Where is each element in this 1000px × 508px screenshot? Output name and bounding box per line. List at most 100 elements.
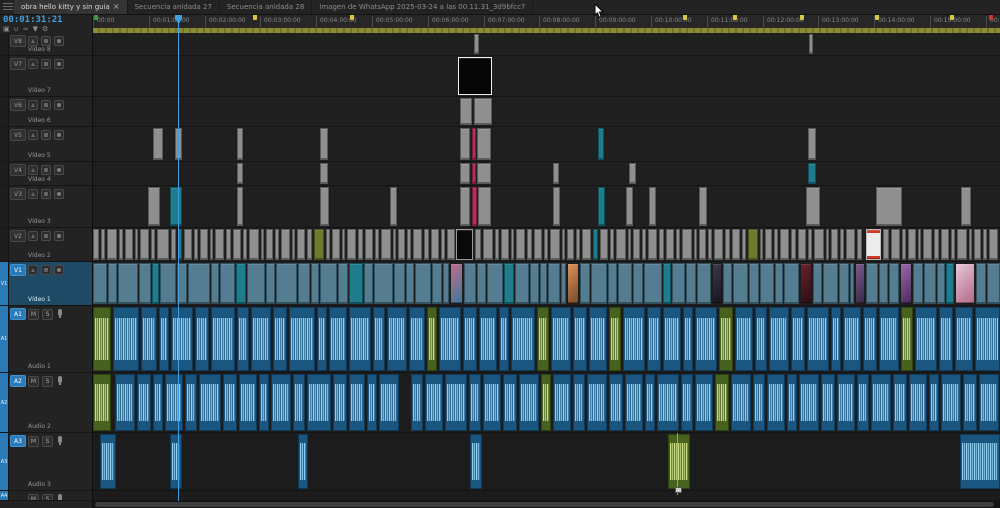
video-clip[interactable] bbox=[598, 128, 604, 160]
audio-clip[interactable] bbox=[831, 307, 841, 371]
video-clip[interactable] bbox=[297, 229, 305, 260]
audio-clip[interactable] bbox=[211, 307, 235, 371]
audio-clip[interactable] bbox=[293, 374, 305, 431]
track-target-V6[interactable]: V6 bbox=[10, 99, 26, 111]
video-clip[interactable] bbox=[93, 229, 99, 260]
source-patch-A1[interactable]: A1 bbox=[0, 306, 9, 372]
video-clip[interactable] bbox=[957, 229, 967, 260]
video-clip[interactable] bbox=[431, 229, 439, 260]
video-clip[interactable] bbox=[472, 187, 477, 226]
horizontal-scrollbar[interactable] bbox=[93, 501, 1000, 508]
audio-clip[interactable] bbox=[333, 374, 347, 431]
voiceover-record-icon[interactable] bbox=[58, 376, 62, 385]
audio-clip[interactable] bbox=[223, 374, 237, 431]
video-clip[interactable] bbox=[649, 187, 656, 226]
video-clip[interactable] bbox=[307, 229, 312, 260]
video-clip[interactable] bbox=[760, 263, 774, 304]
audio-clip[interactable] bbox=[503, 374, 517, 431]
video-clip[interactable] bbox=[157, 229, 169, 260]
video-clip[interactable] bbox=[976, 263, 986, 304]
audio-clip[interactable] bbox=[979, 374, 999, 431]
audio-clip[interactable] bbox=[115, 374, 135, 431]
video-clip[interactable] bbox=[460, 187, 470, 226]
video-clip[interactable] bbox=[101, 229, 105, 260]
video-clip[interactable] bbox=[765, 229, 772, 260]
audio-clip[interactable] bbox=[251, 307, 271, 371]
audio-clip[interactable] bbox=[199, 374, 221, 431]
playhead[interactable] bbox=[178, 14, 179, 501]
video-clip[interactable] bbox=[443, 263, 449, 304]
video-clip[interactable] bbox=[460, 98, 472, 125]
video-clip[interactable] bbox=[93, 263, 107, 304]
video-clip[interactable] bbox=[415, 263, 431, 304]
audio-clip[interactable] bbox=[799, 374, 819, 431]
video-clip[interactable] bbox=[598, 187, 605, 226]
video-clip-thumbnail[interactable] bbox=[456, 229, 473, 260]
video-clip[interactable] bbox=[276, 263, 297, 304]
video-clip[interactable] bbox=[534, 229, 542, 260]
audio-clip[interactable] bbox=[893, 374, 907, 431]
video-clip[interactable] bbox=[694, 229, 697, 260]
video-clip[interactable] bbox=[170, 187, 182, 226]
video-clip-thumbnail[interactable] bbox=[712, 263, 722, 304]
video-clip[interactable] bbox=[866, 263, 878, 304]
audio-clip[interactable] bbox=[657, 374, 679, 431]
video-clip[interactable] bbox=[243, 229, 247, 260]
audio-clip[interactable] bbox=[427, 307, 437, 371]
sync-lock-icon[interactable] bbox=[28, 189, 38, 199]
video-clip-thumbnail[interactable] bbox=[567, 263, 579, 304]
video-clip[interactable] bbox=[237, 128, 243, 160]
sequence-tab[interactable]: Secuencia anidada 27 bbox=[128, 0, 220, 14]
video-clip-thumbnail[interactable] bbox=[900, 263, 912, 304]
audio-clip[interactable] bbox=[93, 307, 111, 371]
snap-icon[interactable]: ∪ bbox=[14, 25, 19, 33]
track-target-V7[interactable]: V7 bbox=[10, 58, 26, 70]
video-clip[interactable] bbox=[460, 163, 470, 184]
video-clip[interactable] bbox=[314, 229, 324, 260]
audio-clip[interactable] bbox=[170, 434, 182, 489]
video-clip[interactable] bbox=[477, 163, 491, 184]
video-clip[interactable] bbox=[432, 263, 442, 304]
audio-clip[interactable] bbox=[843, 307, 861, 371]
video-clip[interactable] bbox=[628, 229, 631, 260]
audio-clip[interactable] bbox=[349, 374, 365, 431]
video-clip[interactable] bbox=[139, 263, 151, 304]
track-output-icon[interactable] bbox=[54, 130, 64, 140]
video-clip[interactable] bbox=[320, 263, 337, 304]
video-clip[interactable] bbox=[247, 263, 265, 304]
video-clip[interactable] bbox=[501, 229, 509, 260]
video-clip[interactable] bbox=[813, 263, 822, 304]
video-clip[interactable] bbox=[107, 229, 117, 260]
video-clip[interactable] bbox=[342, 229, 345, 260]
track-output-icon[interactable] bbox=[54, 165, 64, 175]
video-clip[interactable] bbox=[808, 229, 812, 260]
video-clip[interactable] bbox=[808, 128, 816, 160]
audio-clip[interactable] bbox=[195, 307, 209, 371]
audio-clip[interactable] bbox=[469, 374, 481, 431]
video-clip[interactable] bbox=[226, 229, 231, 260]
video-clip[interactable] bbox=[320, 187, 329, 226]
audio-clip[interactable] bbox=[185, 374, 197, 431]
video-clip[interactable] bbox=[188, 263, 210, 304]
audio-clip[interactable] bbox=[821, 374, 835, 431]
track-lane-V2[interactable] bbox=[93, 228, 1000, 262]
audio-clip[interactable] bbox=[483, 374, 501, 431]
video-clip[interactable] bbox=[413, 229, 422, 260]
audio-clip[interactable] bbox=[695, 307, 717, 371]
video-clip[interactable] bbox=[742, 229, 746, 260]
audio-clip[interactable] bbox=[573, 307, 587, 371]
video-clip[interactable] bbox=[135, 229, 138, 260]
video-clip[interactable] bbox=[237, 163, 243, 184]
video-clip[interactable] bbox=[215, 229, 224, 260]
audio-clip[interactable] bbox=[663, 307, 681, 371]
audio-clip[interactable] bbox=[975, 307, 1000, 371]
track-output-icon[interactable] bbox=[54, 100, 64, 110]
audio-clip[interactable] bbox=[499, 307, 509, 371]
video-clip[interactable] bbox=[608, 263, 617, 304]
video-clip[interactable] bbox=[511, 229, 514, 260]
video-clip[interactable] bbox=[561, 263, 566, 304]
audio-clip[interactable] bbox=[715, 374, 729, 431]
tab-close-icon[interactable]: × bbox=[113, 3, 120, 11]
horizontal-scrollbar-thumb[interactable] bbox=[95, 502, 994, 507]
audio-clip[interactable] bbox=[837, 374, 855, 431]
